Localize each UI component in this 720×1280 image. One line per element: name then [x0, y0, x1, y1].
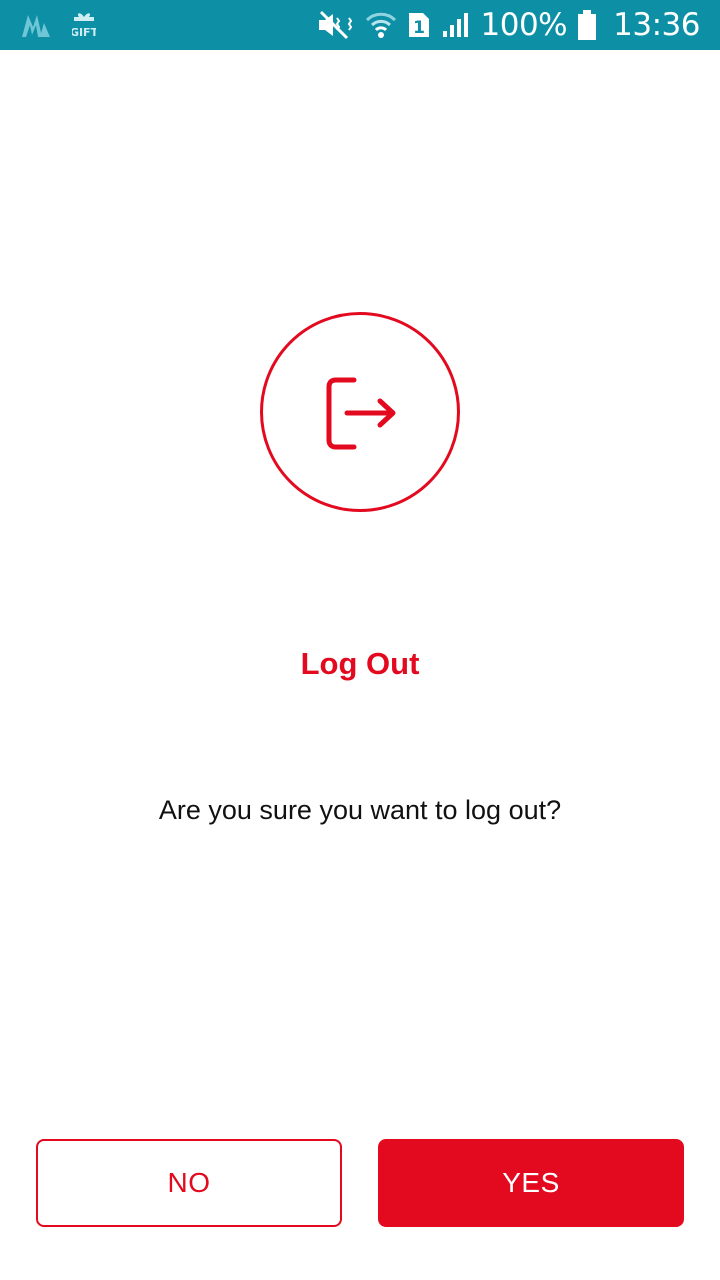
svg-text:1: 1 — [413, 18, 425, 38]
yes-button[interactable]: YES — [378, 1139, 684, 1227]
battery-icon — [577, 9, 597, 41]
gift-icon: GIFT — [72, 11, 96, 39]
battery-percent: 100% — [480, 7, 568, 43]
logout-icon-circle — [260, 312, 460, 512]
system-icons: 1 100% 13:36 — [315, 0, 700, 50]
svg-text:GIFT: GIFT — [72, 26, 96, 39]
dialog-title: Log Out — [300, 646, 420, 681]
wifi-icon — [365, 10, 397, 40]
yes-button-label: YES — [502, 1167, 560, 1198]
logout-icon — [326, 377, 396, 450]
sim-icon: 1 — [407, 10, 431, 40]
clock: 13:36 — [613, 7, 700, 43]
dialog-message: Are you sure you want to log out? — [158, 795, 562, 825]
no-button-label: NO — [167, 1167, 211, 1198]
notification-icons: GIFT — [20, 8, 96, 42]
signal-icon — [441, 10, 471, 40]
status-bar: GIFT 1 100% 13:36 — [0, 0, 720, 50]
app-notification-icon — [20, 11, 52, 39]
vibrate-mute-icon — [315, 10, 355, 40]
no-button[interactable]: NO — [36, 1139, 342, 1227]
